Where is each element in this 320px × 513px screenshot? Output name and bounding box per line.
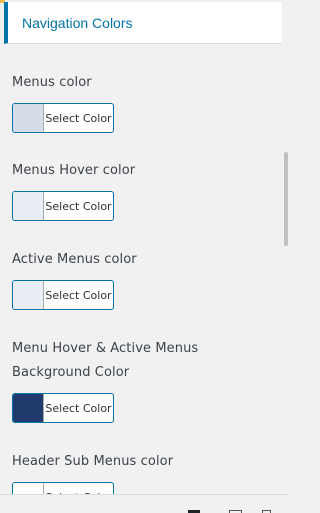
control-header-sub-menus-color: Header Sub Menus color Select Color xyxy=(12,450,173,494)
select-color-button[interactable]: Select Color xyxy=(12,482,114,494)
select-color-text: Select Color xyxy=(45,199,112,213)
color-swatch xyxy=(13,104,44,132)
control-label-line1: Menu Hover & Active Menus xyxy=(12,341,199,356)
customizer-panel: Navigation Colors Menus color Select Col… xyxy=(0,0,284,494)
color-swatch xyxy=(13,483,44,494)
select-color-text: Select Color xyxy=(45,401,112,415)
control-label: Header Sub Menus color xyxy=(12,454,174,469)
section-header: Navigation Colors xyxy=(4,2,282,44)
control-menus-hover-color: Menus Hover color Select Color xyxy=(12,159,135,221)
control-label: Active Menus color xyxy=(12,252,137,267)
select-color-text: Select Color xyxy=(45,111,112,125)
control-label: Menus Hover color xyxy=(12,163,136,178)
select-color-text: Select Color xyxy=(44,483,113,495)
control-active-menus-color: Active Menus color Select Color xyxy=(12,248,137,310)
device-preview-bar xyxy=(0,494,288,513)
scrollbar-track[interactable] xyxy=(284,0,288,494)
control-menus-color: Menus color Select Color xyxy=(12,71,114,133)
select-color-button[interactable]: Select Color xyxy=(12,393,114,423)
section-title: Navigation Colors xyxy=(22,15,133,31)
scrollbar-thumb[interactable] xyxy=(284,152,288,246)
control-menu-hover-active-background: Menu Hover & Active Menus Background Col… xyxy=(12,337,198,423)
select-color-button[interactable]: Select Color xyxy=(12,191,114,221)
control-label: Menus color xyxy=(12,75,92,90)
select-color-text: Select Color xyxy=(45,288,112,302)
select-color-button[interactable]: Select Color xyxy=(12,280,114,310)
color-swatch xyxy=(13,281,44,309)
select-color-button[interactable]: Select Color xyxy=(12,103,114,133)
control-label-line2: Background Color xyxy=(12,365,130,380)
color-swatch xyxy=(13,192,44,220)
color-swatch xyxy=(13,394,44,422)
